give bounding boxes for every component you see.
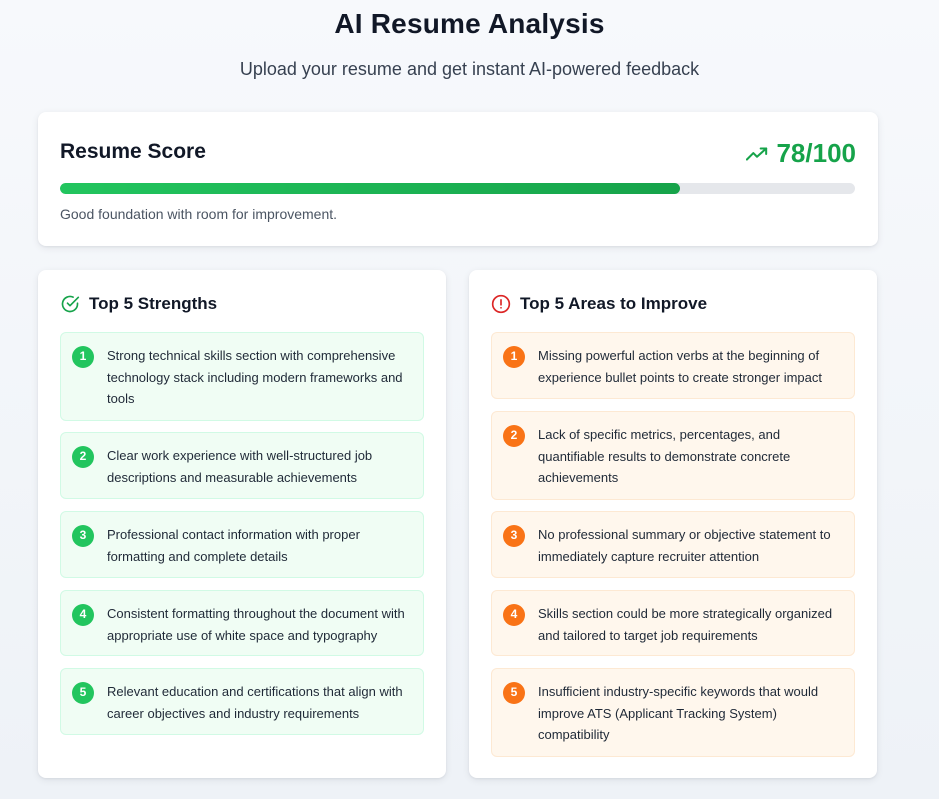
item-number-badge: 3: [72, 525, 94, 547]
item-number-badge: 3: [503, 525, 525, 547]
resume-score-card: Resume Score 78/100 Good foundation with…: [38, 112, 878, 246]
item-number-badge: 1: [503, 346, 525, 368]
item-number-badge: 4: [72, 604, 94, 626]
improvement-item: 2 Lack of specific metrics, percentages,…: [491, 411, 855, 500]
score-value: 78/100: [776, 138, 856, 168]
improvement-item: 5 Insufficient industry-specific keyword…: [491, 668, 855, 757]
page-title: AI Resume Analysis: [334, 8, 605, 39]
strengths-header: Top 5 Strengths: [60, 294, 217, 314]
strength-item: 3 Professional contact information with …: [60, 511, 424, 578]
improvement-text: No professional summary or objective sta…: [538, 527, 831, 564]
alert-circle-icon: [491, 294, 511, 314]
item-number-badge: 2: [503, 425, 525, 447]
improvement-text: Missing powerful action verbs at the beg…: [538, 348, 822, 385]
item-number-badge: 5: [503, 682, 525, 704]
strengths-card: Top 5 Strengths 1 Strong technical skill…: [38, 270, 446, 778]
improvement-item: 4 Skills section could be more strategic…: [491, 590, 855, 656]
item-number-badge: 1: [72, 346, 94, 368]
improvement-text: Lack of specific metrics, percentages, a…: [538, 427, 791, 485]
score-label: Resume Score: [60, 140, 206, 163]
strength-text: Clear work experience with well-structur…: [107, 448, 373, 485]
improvements-card: Top 5 Areas to Improve 1 Missing powerfu…: [469, 270, 877, 778]
trending-up-icon: [746, 146, 768, 161]
strength-item: 1 Strong technical skills section with c…: [60, 332, 424, 421]
strength-item: 4 Consistent formatting throughout the d…: [60, 590, 424, 656]
item-number-badge: 4: [503, 604, 525, 626]
score-progress-bar: [60, 183, 855, 194]
item-number-badge: 5: [72, 682, 94, 704]
strength-text: Relevant education and certifications th…: [107, 684, 403, 721]
strength-text: Consistent formatting throughout the doc…: [107, 606, 405, 643]
score-progress-fill: [60, 183, 681, 194]
strength-text: Strong technical skills section with com…: [107, 348, 403, 406]
page-subtitle: Upload your resume and get instant AI-po…: [239, 59, 700, 79]
improvement-item: 3 No professional summary or objective s…: [491, 511, 855, 578]
item-number-badge: 2: [72, 446, 94, 468]
score-value-group: 78/100: [746, 138, 856, 169]
strengths-title: Top 5 Strengths: [89, 294, 218, 313]
improvement-text: Skills section could be more strategical…: [538, 606, 833, 643]
strength-item: 5 Relevant education and certifications …: [60, 668, 424, 735]
score-caption: Good foundation with room for improvemen…: [60, 206, 338, 222]
improvement-text: Insufficient industry-specific keywords …: [538, 684, 819, 742]
check-circle-icon: [61, 295, 80, 313]
improvements-header: Top 5 Areas to Improve: [491, 294, 707, 314]
strength-text: Professional contact information with pr…: [107, 527, 360, 564]
improvements-title: Top 5 Areas to Improve: [520, 294, 708, 313]
improvement-item: 1 Missing powerful action verbs at the b…: [491, 332, 855, 399]
strength-item: 2 Clear work experience with well-struct…: [60, 432, 424, 499]
